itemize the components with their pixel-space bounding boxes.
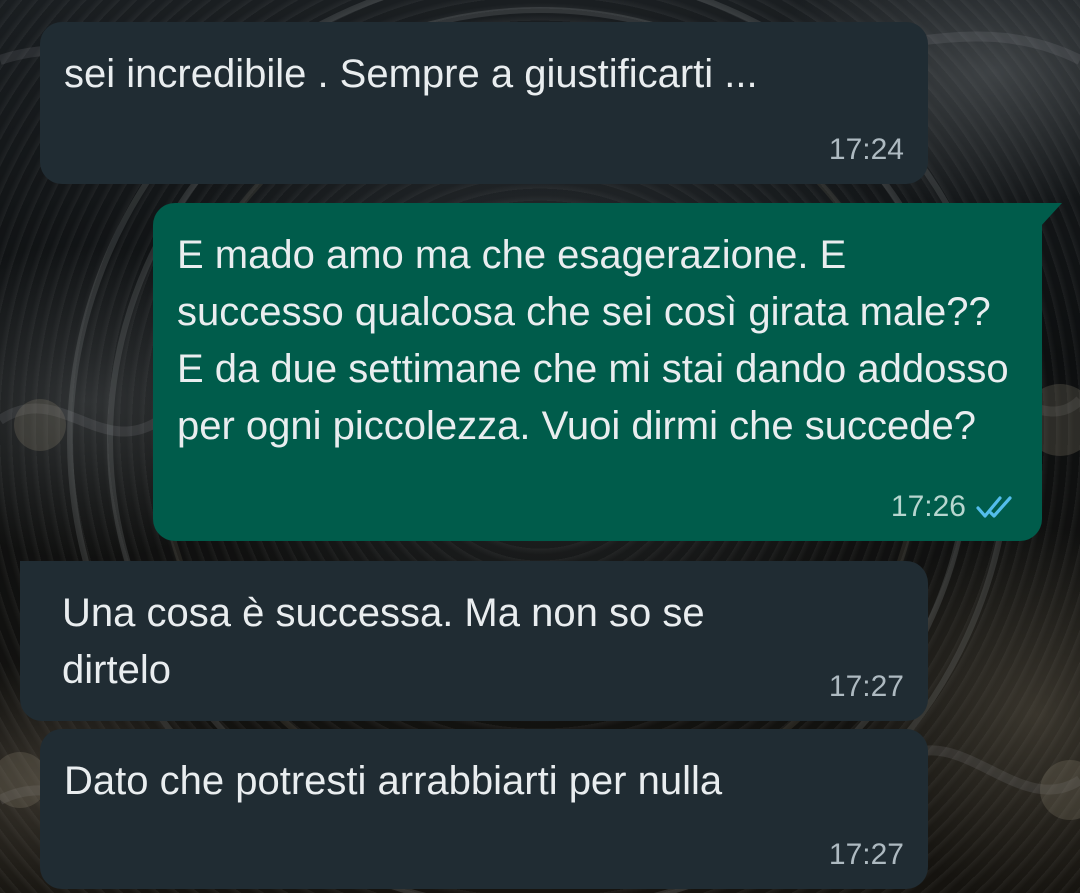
message-meta: 17:27 — [829, 669, 904, 705]
message-bubble-incoming[interactable]: sei incredibile . Sempre a giustificarti… — [40, 22, 928, 184]
message-bubble-incoming[interactable]: Dato che potresti arrabbiarti per nulla … — [40, 729, 928, 889]
message-timestamp: 17:27 — [828, 670, 904, 703]
message-timestamp: 17:27 — [828, 838, 904, 871]
message-meta: 17:24 — [829, 132, 904, 168]
message-bubble-incoming[interactable]: Una cosa è successa. Ma non so se dirtel… — [20, 561, 928, 721]
outgoing-bubble-tail — [1040, 203, 1062, 227]
message-bubble-outgoing[interactable]: E mado amo ma che esagerazione. E succes… — [153, 203, 1042, 541]
message-text: sei incredibile . Sempre a giustificarti… — [64, 52, 758, 96]
message-list[interactable]: sei incredibile . Sempre a giustificarti… — [0, 0, 1080, 893]
message-text: E mado amo ma che esagerazione. E succes… — [177, 233, 1009, 448]
message-timestamp: 17:26 — [890, 490, 966, 523]
double-check-icon — [974, 493, 1018, 521]
message-text: Dato che potresti arrabbiarti per nulla — [64, 759, 723, 803]
message-timestamp: 17:24 — [828, 133, 904, 166]
message-meta: 17:26 — [891, 489, 1018, 525]
message-meta: 17:27 — [829, 837, 904, 873]
message-text: Una cosa è successa. Ma non so se dirtel… — [62, 591, 705, 692]
